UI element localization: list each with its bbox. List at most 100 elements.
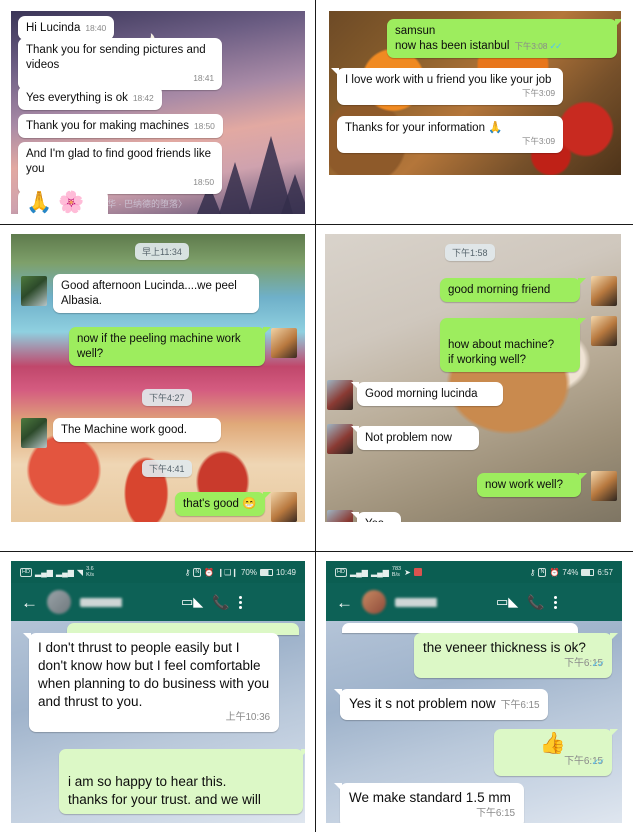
message-time: 下午6:15: [564, 658, 603, 669]
avatar-woman[interactable]: [591, 316, 617, 346]
chat-bubble-in[interactable]: I love work with u friend you like your …: [331, 68, 563, 105]
chat-bubble-out[interactable]: now if the peeling machine work well?: [69, 327, 271, 366]
message-text: Good afternoon Lucinda....we peel Albasi…: [61, 280, 237, 307]
chat-bubble-out[interactable]: now work well?: [477, 473, 587, 497]
message-text: i am so happy to hear this. thanks for y…: [68, 774, 261, 807]
overflow-menu-icon[interactable]: [238, 595, 242, 609]
avatar-man[interactable]: [327, 380, 353, 410]
avatar-woman[interactable]: [271, 328, 297, 358]
hd-icon: HD: [335, 567, 347, 577]
video-camera-icon[interactable]: ▭◣: [496, 594, 518, 610]
message-time: 18:50: [193, 177, 214, 187]
contact-name-blurred[interactable]: [80, 597, 172, 607]
message-time: 下午3:09: [522, 136, 555, 146]
message-time: 下午3:09: [522, 88, 555, 98]
message-time: 下午6:15: [500, 700, 540, 711]
read-receipt-ticks: ✓✓: [591, 659, 605, 669]
phone-icon[interactable]: 📞: [527, 594, 544, 611]
status-bar-left: HD ▂▄▆ ▂▄▆ 783 B/s ➤: [335, 566, 422, 578]
message-text: now work well?: [485, 479, 563, 491]
phone-icon[interactable]: 📞: [212, 594, 229, 611]
chat-bubble-out[interactable]: good morning friend: [440, 278, 586, 302]
avatar-woman[interactable]: [271, 492, 297, 522]
screenshot-collage-grid: 华 · 巴纳德的堕落〉 Hi Lucinda 18:40 Thank you fo…: [0, 0, 633, 832]
message-text: Hi Lucinda: [26, 22, 81, 34]
chat-bubble-in[interactable]: Hi Lucinda 18:40: [18, 16, 115, 40]
message-text: Thank you for making machines: [26, 120, 189, 132]
chat-bubble-in[interactable]: And I'm glad to find good friends like y…: [18, 142, 222, 194]
chat-bubble-out[interactable]: that's good 😁: [175, 492, 271, 516]
panel-4-dog-chat: 下午1:58 good morning friend how about mac…: [316, 225, 633, 552]
chat-bubble-out[interactable]: how about machine? if working well?: [440, 318, 586, 372]
alarm-icon: ⏰: [549, 567, 560, 577]
chat-bubble-in[interactable]: The Machine work good.: [53, 418, 221, 442]
message-text: samsun now has been istanbul: [395, 25, 510, 52]
chat-bubble-in[interactable]: Yes everything is ok 18:42: [18, 86, 162, 110]
status-clock: 6:57: [597, 567, 613, 577]
message-time: 下午4:27: [142, 389, 192, 406]
back-arrow-icon[interactable]: ←: [21, 594, 38, 611]
avatar-man[interactable]: [21, 418, 47, 448]
back-arrow-icon[interactable]: ←: [336, 594, 353, 611]
mountain-shape: [219, 162, 251, 214]
nfc-icon: N: [193, 567, 202, 577]
status-bar-left: HD ▂▄▆ ▂▄▆ ◥ 3.6 K/s: [20, 566, 94, 578]
chat-bubble-in[interactable]: I don't thrust to people easily but I do…: [23, 633, 279, 732]
panel-2-food-table-chat: samsun now has been istanbul 下午3:08 ✓✓ I l…: [316, 0, 633, 225]
message-emoji: 👍: [539, 732, 567, 755]
chat-bubble-in[interactable]: We make standard 1.5 mm 下午6:15: [334, 783, 524, 823]
chat-bubble-in[interactable]: Yes it s not problem now 下午6:15: [333, 689, 549, 720]
message-time: 下午6:15: [564, 756, 603, 767]
chat-bubble-in[interactable]: Thank you for sending pictures and video…: [18, 38, 222, 90]
network-speed-label: 783 B/s: [391, 566, 402, 578]
message-text: I don't thrust to people easily but I do…: [38, 640, 270, 709]
android-status-bar: HD ▂▄▆ ▂▄▆ 783 B/s ➤ ⚷ N ⏰ 74% 6:57: [326, 561, 622, 583]
message-text: The Machine work good.: [61, 424, 187, 436]
contact-name-blurred[interactable]: [395, 597, 487, 607]
nfc-icon: N: [538, 567, 547, 577]
panel-1-night-sky-chat: 华 · 巴纳德的堕落〉 Hi Lucinda 18:40 Thank you fo…: [0, 0, 316, 225]
message-text: the veneer thickness is ok?: [423, 640, 586, 655]
chat-screenshot-6: HD ▂▄▆ ▂▄▆ 783 B/s ➤ ⚷ N ⏰ 74% 6:57 ← ▭◣…: [326, 561, 622, 823]
chat-bubble-in[interactable]: Good morning lucinda: [351, 382, 503, 406]
chat-bubble-out[interactable]: samsun now has been istanbul 下午3:08 ✓✓: [387, 19, 621, 58]
battery-icon: [581, 568, 595, 576]
message-text: I love work with u friend you like your …: [345, 74, 552, 86]
status-clock: 10:49: [275, 567, 296, 577]
battery-percent-label: 70%: [240, 567, 257, 577]
vibrate-icon: ❙❑❙: [217, 567, 238, 577]
chat-bubble-in[interactable]: Good afternoon Lucinda....we peel Albasi…: [53, 274, 259, 313]
whatsapp-chat-header: ← ▭◣ 📞: [11, 583, 305, 621]
chat-bubble-out[interactable]: 👍 下午6:15 ✓✓: [494, 729, 618, 776]
wallpaper-watermark: 华 · 巴纳德的堕落〉: [107, 199, 187, 209]
video-camera-icon[interactable]: ▭◣: [181, 594, 203, 610]
overflow-menu-icon[interactable]: [553, 595, 557, 609]
chat-bubble-in[interactable]: 🙏 🌸18:50: [18, 190, 108, 214]
chat-bubble-out[interactable]: the veneer thickness is ok? 下午6:15 ✓✓: [414, 633, 618, 678]
chat-bubble-in[interactable]: Yes: [351, 512, 401, 522]
contact-avatar[interactable]: [362, 590, 386, 614]
message-time: 18:40: [85, 23, 107, 33]
message-text: We make standard 1.5 mm: [349, 790, 511, 805]
app-icon: [413, 568, 422, 576]
signal-1-icon: ▂▄▆: [349, 567, 368, 577]
contact-avatar[interactable]: [47, 590, 71, 614]
chat-screenshot-3: 早上11:34 Good afternoon Lucinda....we pee…: [11, 234, 305, 522]
avatar-woman[interactable]: [591, 471, 617, 501]
avatar-man[interactable]: [327, 510, 353, 522]
message-time: 18:42: [132, 93, 154, 103]
chat-bubble-in-partial[interactable]: [342, 623, 578, 633]
chat-bubble-in[interactable]: Thanks for your information 🙏 下午3:09: [337, 116, 563, 153]
status-bar-right: ⚷ N ⏰ ❙❑❙ 70% 10:49: [185, 567, 296, 577]
status-bar-right: ⚷ N ⏰ 74% 6:57: [530, 567, 613, 577]
chat-bubble-in[interactable]: Thank you for making machines 18:50: [18, 114, 223, 138]
chat-bubble-out[interactable]: i am so happy to hear this. thanks for y…: [59, 749, 305, 814]
avatar-woman[interactable]: [591, 276, 617, 306]
network-speed-label: 3.6 K/s: [86, 566, 95, 578]
avatar-man[interactable]: [327, 424, 353, 454]
panel-6-whatsapp-veneer-chat: HD ▂▄▆ ▂▄▆ 783 B/s ➤ ⚷ N ⏰ 74% 6:57 ← ▭◣…: [316, 552, 633, 832]
avatar-man[interactable]: [21, 276, 47, 306]
chat-bubble-in[interactable]: Not problem now: [351, 426, 479, 450]
alarm-icon: ⏰: [204, 567, 215, 577]
message-text: Good morning lucinda: [365, 388, 478, 400]
